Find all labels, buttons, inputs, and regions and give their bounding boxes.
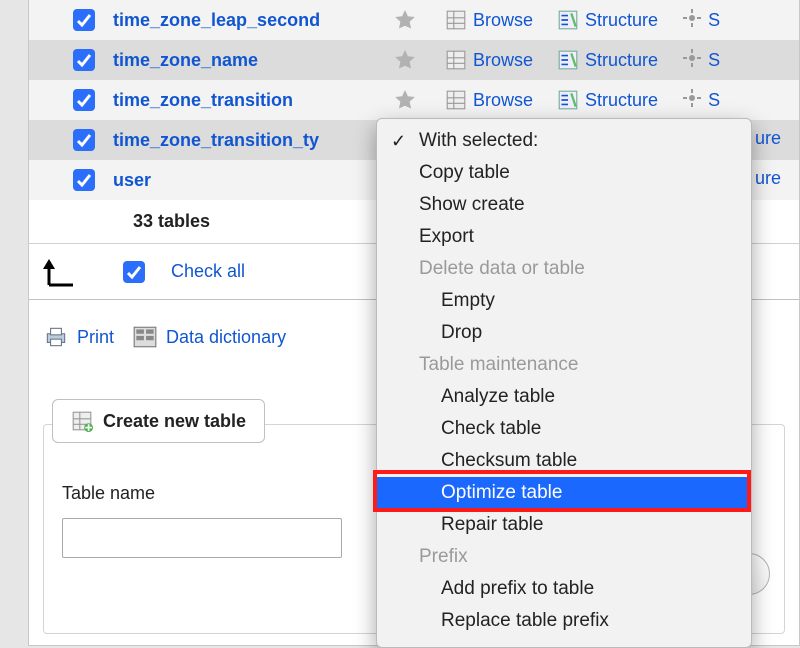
dropdown-item-analyze[interactable]: Analyze table: [377, 381, 751, 413]
star-icon[interactable]: [393, 48, 417, 72]
table-name-label: Table name: [62, 483, 342, 504]
gear-icon: [682, 88, 702, 113]
dd-label: Analyze table: [441, 386, 555, 408]
sheet-icon: [445, 89, 467, 111]
browse-action[interactable]: Browse: [445, 9, 533, 31]
tables-count: 33 tables: [133, 211, 210, 232]
dropdown-item-show-create[interactable]: Show create: [377, 189, 751, 221]
table-link[interactable]: time_zone_name: [113, 50, 393, 71]
data-dictionary-icon: [132, 324, 158, 350]
dd-label: Copy table: [419, 162, 510, 184]
browse-label: Browse: [473, 50, 533, 71]
structure-label: Structure: [585, 10, 658, 31]
table-row: time_zone_name Browse Structure S: [29, 40, 799, 80]
table-name-input[interactable]: [62, 518, 342, 558]
dd-label: Table maintenance: [419, 354, 579, 376]
table-name-field-group: Table name: [62, 483, 342, 558]
browse-action[interactable]: Browse: [445, 89, 533, 111]
dd-label: Checksum table: [441, 450, 577, 472]
row-checkbox[interactable]: [73, 9, 95, 31]
dd-label: Show create: [419, 194, 525, 216]
more-s: S: [708, 90, 720, 111]
table-link[interactable]: time_zone_leap_second: [113, 10, 393, 31]
printer-icon: [43, 324, 69, 350]
dd-label: Add prefix to table: [441, 578, 594, 600]
more-action[interactable]: S: [682, 8, 720, 33]
dd-label: Optimize table: [441, 482, 562, 504]
dropdown-group-prefix: Prefix: [377, 541, 751, 573]
more-s: S: [708, 10, 720, 31]
structure-icon: [557, 9, 579, 31]
data-dictionary-link[interactable]: Data dictionary: [166, 327, 286, 348]
dropdown-item-check[interactable]: Check table: [377, 413, 751, 445]
row-checkbox[interactable]: [73, 49, 95, 71]
dd-label: Check table: [441, 418, 541, 440]
table-row: time_zone_leap_second Browse Structure S: [29, 0, 799, 40]
structure-action[interactable]: Structure: [557, 49, 658, 71]
structure-icon: [557, 49, 579, 71]
structure-action[interactable]: Structure: [557, 9, 658, 31]
structure-label: Structure: [585, 50, 658, 71]
more-action[interactable]: S: [682, 48, 720, 73]
structure-label-truncated: ure: [755, 128, 781, 149]
row-checkbox[interactable]: [73, 169, 95, 191]
check-all-label[interactable]: Check all: [171, 261, 245, 282]
dd-label: Replace table prefix: [441, 610, 609, 632]
dd-label: Prefix: [419, 546, 468, 568]
sheet-icon: [445, 9, 467, 31]
dropdown-group-delete: Delete data or table: [377, 253, 751, 285]
browse-label: Browse: [473, 90, 533, 111]
star-icon[interactable]: [393, 88, 417, 112]
dropdown-item-empty[interactable]: Empty: [377, 285, 751, 317]
row-checkbox[interactable]: [73, 129, 95, 151]
check-icon: ✓: [391, 131, 406, 152]
dropdown-title-label: With selected:: [419, 130, 538, 152]
dropdown-item-replace-prefix[interactable]: Replace table prefix: [377, 605, 751, 637]
browse-label: Browse: [473, 10, 533, 31]
print-link[interactable]: Print: [77, 327, 114, 348]
row-checkbox[interactable]: [73, 89, 95, 111]
star-icon[interactable]: [393, 8, 417, 32]
create-table-tab[interactable]: Create new table: [52, 399, 265, 443]
gear-icon: [682, 8, 702, 33]
dropdown-item-copy-table[interactable]: Copy table: [377, 157, 751, 189]
table-link[interactable]: user: [113, 170, 393, 191]
dd-label: Delete data or table: [419, 258, 585, 280]
dd-label: Export: [419, 226, 474, 248]
structure-label-truncated: ure: [755, 168, 781, 189]
dd-label: Repair table: [441, 514, 543, 536]
sheet-icon: [445, 49, 467, 71]
dropdown-item-repair[interactable]: Repair table: [377, 509, 751, 541]
browse-action[interactable]: Browse: [445, 49, 533, 71]
sheet-add-icon: [71, 410, 93, 432]
dropdown-item-checksum[interactable]: Checksum table: [377, 445, 751, 477]
table-link[interactable]: time_zone_transition: [113, 90, 393, 111]
table-link[interactable]: time_zone_transition_ty: [113, 130, 393, 151]
table-row: time_zone_transition Browse Structure S: [29, 80, 799, 120]
select-up-arrow-icon: [43, 255, 85, 289]
gear-icon: [682, 48, 702, 73]
structure-icon: [557, 89, 579, 111]
dd-label: Drop: [441, 322, 482, 344]
dropdown-group-maintenance: Table maintenance: [377, 349, 751, 381]
dropdown-item-export[interactable]: Export: [377, 221, 751, 253]
structure-label: Structure: [585, 90, 658, 111]
with-selected-dropdown: ✓ With selected: Copy table Show create …: [376, 118, 752, 648]
check-all-checkbox[interactable]: [123, 261, 145, 283]
structure-action[interactable]: Structure: [557, 89, 658, 111]
dd-label: Empty: [441, 290, 495, 312]
more-action[interactable]: S: [682, 88, 720, 113]
dropdown-item-add-prefix[interactable]: Add prefix to table: [377, 573, 751, 605]
dropdown-title: ✓ With selected:: [377, 125, 751, 157]
more-s: S: [708, 50, 720, 71]
dropdown-item-optimize[interactable]: Optimize table: [377, 477, 751, 509]
create-table-tab-label: Create new table: [103, 411, 246, 432]
dropdown-item-drop[interactable]: Drop: [377, 317, 751, 349]
